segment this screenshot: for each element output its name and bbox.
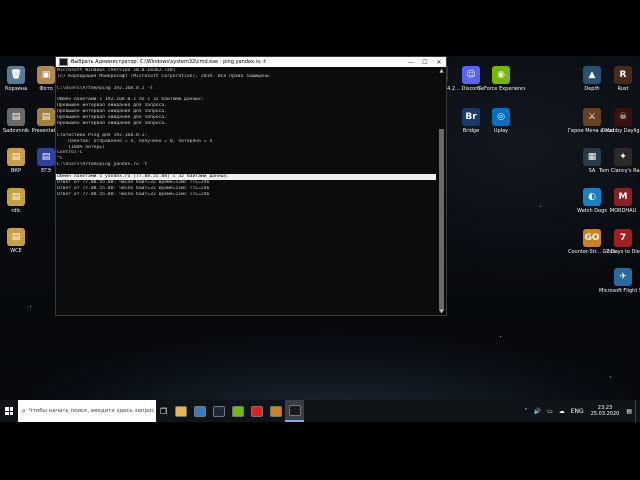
file-explorer-icon: [174, 405, 187, 417]
maximize-button[interactable]: ☐: [418, 59, 432, 66]
counter-strike-icon: [269, 405, 282, 417]
letterbox-top: [0, 0, 640, 56]
search-placeholder: Чтобы начать поиск, введите здесь запрос: [28, 408, 155, 414]
onedrive-icon[interactable]: ☁: [559, 408, 565, 415]
star: [30, 306, 31, 307]
taskbar: ⌕ Чтобы начать поиск, введите здесь запр…: [0, 400, 640, 422]
cmd-title-bar[interactable]: Выбрать Администратор: C:\Windows\system…: [56, 57, 446, 67]
cmd-title: Выбрать Администратор: C:\Windows\system…: [71, 59, 267, 65]
app-icon: 7: [614, 229, 632, 247]
scroll-down-icon[interactable]: ▼: [437, 309, 446, 315]
taskbar-command-prompt[interactable]: [285, 400, 304, 422]
cmd-window[interactable]: Выбрать Администратор: C:\Windows\system…: [55, 56, 447, 316]
desktop-icon[interactable]: ◎ Uplay: [477, 108, 525, 134]
yandex-browser-icon: [250, 405, 263, 417]
start-button[interactable]: [0, 400, 18, 422]
star: [610, 376, 611, 377]
app-icon: ▣: [37, 66, 55, 84]
desktop-icon[interactable]: ▤ rdlc: [0, 188, 40, 214]
windows-logo-icon: [5, 407, 13, 415]
desktop-icon-label: Rust: [617, 86, 629, 92]
language-indicator[interactable]: ENG: [571, 408, 584, 415]
taskbar-counter-strike[interactable]: [266, 400, 285, 422]
desktop-icon-label: GeForce Experience: [477, 86, 525, 92]
taskbar-apps: [171, 400, 304, 422]
search-icon: ⌕: [22, 406, 26, 415]
notifications-icon[interactable]: ▤: [626, 408, 632, 415]
taskbar-microsoft-store[interactable]: [190, 400, 209, 422]
app-icon: M: [614, 188, 632, 206]
close-button[interactable]: ✕: [432, 59, 446, 66]
taskbar-yandex-browser[interactable]: [247, 400, 266, 422]
app-icon: ▤: [7, 188, 25, 206]
desktop-icon-label: 7 Days to Die: [606, 249, 640, 255]
app-icon: ☠: [614, 108, 632, 126]
scrollbar[interactable]: ▲ ▼: [437, 67, 446, 315]
app-icon: R: [614, 66, 632, 84]
minimize-button[interactable]: —: [404, 59, 418, 66]
taskbar-file-explorer[interactable]: [171, 400, 190, 422]
desktop-icon[interactable]: ✈ Microsoft Flight Si...: [599, 268, 640, 294]
app-icon: ✦: [614, 148, 632, 166]
scroll-up-icon[interactable]: ▲: [437, 68, 446, 74]
desktop-icon[interactable]: R Rust: [599, 66, 640, 92]
volume-icon[interactable]: 🔊: [534, 408, 541, 415]
app-icon: ▤: [37, 108, 55, 126]
system-tray: ˄ 🔊 ▭ ☁ ENG 23:23 25.03.2020 ▤: [522, 400, 640, 422]
microsoft-store-icon: [193, 405, 206, 417]
show-desktop-button[interactable]: [635, 400, 640, 422]
steam-icon: [212, 405, 225, 417]
task-view-icon[interactable]: ❐: [156, 400, 171, 422]
app-icon: ▤: [7, 228, 25, 246]
app-icon: ◉: [492, 66, 510, 84]
desktop-icon-label: WCE: [10, 248, 22, 254]
scrollbar-thumb[interactable]: [439, 129, 444, 311]
desktop-icon[interactable]: ◉ GeForce Experience: [477, 66, 525, 92]
clock-date: 25.03.2020: [590, 411, 620, 417]
taskbar-geforce[interactable]: [228, 400, 247, 422]
app-icon: ◎: [492, 108, 510, 126]
chevron-up-icon[interactable]: ˄: [525, 408, 528, 415]
star: [540, 206, 541, 207]
network-icon[interactable]: ▭: [547, 408, 553, 415]
geforce-icon: [231, 405, 244, 417]
desktop-icon-label: Microsoft Flight Si...: [599, 288, 640, 294]
search-box[interactable]: ⌕ Чтобы начать поиск, введите здесь запр…: [18, 400, 156, 422]
desktop-icon[interactable]: M MORDHAU: [599, 188, 640, 214]
desktop-icon-label: MORDHAU: [609, 208, 637, 214]
desktop-icon-label: rdlc: [11, 208, 21, 214]
clock[interactable]: 23:23 25.03.2020: [591, 405, 620, 417]
desktop-icon[interactable]: ☠ Dead by Daylight: [599, 108, 640, 134]
desktop-icon-label: Tom Clancy's Rainbow Si...: [599, 168, 640, 174]
desktop-icon-label: Uplay: [493, 128, 509, 134]
console-output[interactable]: Microsoft Windows [Version 10.0.18362.72…: [56, 68, 436, 198]
letterbox-bottom: [0, 424, 640, 480]
desktop-icon[interactable]: ▤ WCE: [0, 228, 40, 254]
command-prompt-icon: [288, 404, 301, 416]
app-icon: ▤: [37, 148, 55, 166]
cmd-console[interactable]: Microsoft Windows [Version 10.0.18362.72…: [56, 67, 446, 315]
desktop-icon[interactable]: ✦ Tom Clancy's Rainbow Si...: [599, 148, 640, 174]
console-line: Ответ от 77.88.55.88: число байт=32 врем…: [57, 191, 210, 197]
desktop-icon-label: Dead by Daylight: [601, 128, 640, 134]
desktop-icon[interactable]: 7 7 Days to Die: [599, 229, 640, 255]
taskbar-steam[interactable]: [209, 400, 228, 422]
star: [500, 336, 501, 337]
app-icon: ✈: [614, 268, 632, 286]
cmd-app-icon: [59, 58, 68, 66]
